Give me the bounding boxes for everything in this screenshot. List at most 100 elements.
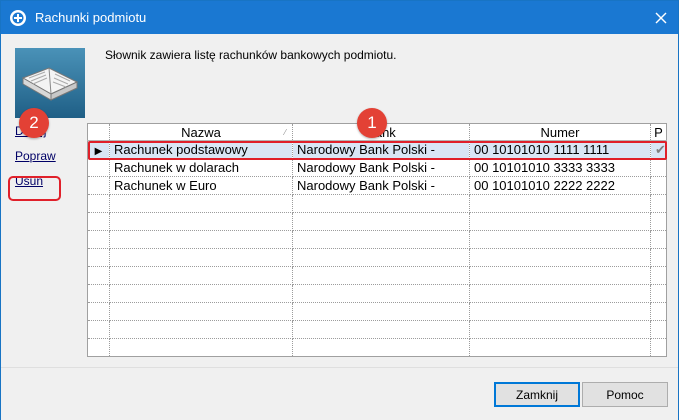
empty-row: [87, 248, 667, 267]
empty-cell: [87, 302, 110, 321]
empty-cell: [650, 320, 667, 339]
empty-cell: [469, 230, 651, 249]
empty-cell: [469, 284, 651, 303]
empty-cell: [292, 194, 470, 213]
empty-cell: [87, 338, 110, 357]
cell-numer: 00 10101010 3333 3333: [469, 158, 651, 177]
cell-nazwa: Rachunek podstawowy: [109, 140, 293, 159]
popraw-link[interactable]: Popraw: [15, 149, 56, 163]
empty-cell: [109, 194, 293, 213]
empty-row: [87, 302, 667, 321]
empty-cell: [87, 248, 110, 267]
column-header-nazwa[interactable]: Nazwa ⁄: [109, 123, 293, 141]
empty-cell: [292, 320, 470, 339]
close-icon: [655, 12, 667, 23]
cell-numer-text: 00 10101010 1111 1111: [474, 142, 610, 157]
empty-cell: [109, 302, 293, 321]
cell-nazwa: Rachunek w dolarach: [109, 158, 293, 177]
empty-row: [87, 194, 667, 213]
empty-cell: [469, 194, 651, 213]
cell-nazwa-text: Rachunek w dolarach: [114, 160, 240, 175]
cell-bank-text: Narodowy Bank Polski -: [297, 178, 435, 193]
column-header-p[interactable]: P: [650, 123, 667, 141]
cell-bank-text: Narodowy Bank Polski -: [297, 142, 435, 157]
empty-cell: [109, 320, 293, 339]
empty-cell: [650, 338, 667, 357]
cell-bank: Narodowy Bank Polski -: [292, 140, 470, 159]
empty-cell: [650, 194, 667, 213]
cell-bank-text: Narodowy Bank Polski -: [297, 160, 435, 175]
dodaj-link[interactable]: Dodaj: [15, 124, 46, 138]
empty-cell: [650, 302, 667, 321]
empty-cell: [109, 248, 293, 267]
empty-cell: [650, 248, 667, 267]
table-row[interactable]: Rachunek w dolarach Narodowy Bank Polski …: [87, 158, 667, 177]
empty-cell: [109, 230, 293, 249]
accounts-table: Nazwa ⁄ Bank Numer P ▶ Rachunek podstawow…: [87, 123, 667, 357]
column-header-bank[interactable]: Bank: [292, 123, 470, 141]
empty-cell: [109, 284, 293, 303]
row-indicator-icon: [87, 176, 110, 195]
primary-check-icon: ✔: [650, 140, 667, 159]
row-indicator-icon: [87, 158, 110, 177]
primary-check-icon-text: ✔: [655, 141, 666, 157]
table-row[interactable]: ▶ Rachunek podstawowy Narodowy Bank Polski…: [87, 140, 667, 159]
empty-cell: [469, 212, 651, 231]
cell-numer-text: 00 10101010 3333 3333: [474, 160, 615, 175]
empty-row: [87, 266, 667, 285]
empty-cell: [292, 284, 470, 303]
empty-cell: [469, 248, 651, 267]
dialog-content: Słownik zawiera listę rachunków bankowyc…: [1, 34, 678, 367]
sort-indicator-icon: ⁄: [284, 128, 286, 137]
cell-nazwa-text: Rachunek w Euro: [114, 178, 217, 193]
column-header-numer[interactable]: Numer: [469, 123, 651, 141]
window-title: Rachunki podmiotu: [35, 10, 147, 25]
book-icon: [15, 48, 85, 118]
empty-cell: [650, 212, 667, 231]
empty-cell: [469, 302, 651, 321]
empty-cell: [87, 230, 110, 249]
empty-cell: [292, 338, 470, 357]
empty-cell: [650, 284, 667, 303]
description-text: Słownik zawiera listę rachunków bankowyc…: [105, 48, 397, 62]
close-window-button[interactable]: [644, 1, 678, 34]
empty-cell: [109, 212, 293, 231]
empty-cell: [87, 212, 110, 231]
help-button[interactable]: Pomoc: [582, 382, 668, 407]
cell-numer: 00 10101010 1111 1111: [469, 140, 651, 159]
usun-link[interactable]: Usuń: [15, 174, 43, 188]
empty-row: [87, 212, 667, 231]
cell-numer-text: 00 10101010 2222 2222: [474, 178, 615, 193]
empty-cell: [292, 212, 470, 231]
empty-row: [87, 320, 667, 339]
empty-cell: [469, 320, 651, 339]
app-logo-icon: [9, 9, 27, 27]
cell-nazwa: Rachunek w Euro: [109, 176, 293, 195]
row-indicator-icon: ▶: [87, 140, 110, 159]
empty-row: [87, 230, 667, 249]
empty-cell: [469, 266, 651, 285]
empty-cell: [292, 302, 470, 321]
empty-cell: [292, 230, 470, 249]
empty-row: [87, 284, 667, 303]
column-header-label: Nazwa: [181, 124, 221, 140]
dialog-window: Rachunki podmiotu Słownik zawiera listę …: [0, 0, 679, 420]
cell-numer: 00 10101010 2222 2222: [469, 176, 651, 195]
empty-cell: [469, 338, 651, 357]
cell-bank: Narodowy Bank Polski -: [292, 158, 470, 177]
empty-cell: [109, 266, 293, 285]
empty-cell: [292, 266, 470, 285]
primary-check-icon: [650, 176, 667, 195]
primary-check-icon: [650, 158, 667, 177]
column-header-indicator: [87, 123, 110, 141]
cell-bank: Narodowy Bank Polski -: [292, 176, 470, 195]
empty-cell: [87, 194, 110, 213]
title-bar: Rachunki podmiotu: [1, 1, 678, 34]
empty-cell: [650, 230, 667, 249]
button-bar: Zamknij Pomoc: [1, 367, 678, 420]
empty-cell: [87, 320, 110, 339]
table-header-row: Nazwa ⁄ Bank Numer P: [87, 123, 667, 141]
close-button[interactable]: Zamknij: [494, 382, 580, 407]
table-row[interactable]: Rachunek w Euro Narodowy Bank Polski - 00 …: [87, 176, 667, 195]
empty-cell: [87, 266, 110, 285]
